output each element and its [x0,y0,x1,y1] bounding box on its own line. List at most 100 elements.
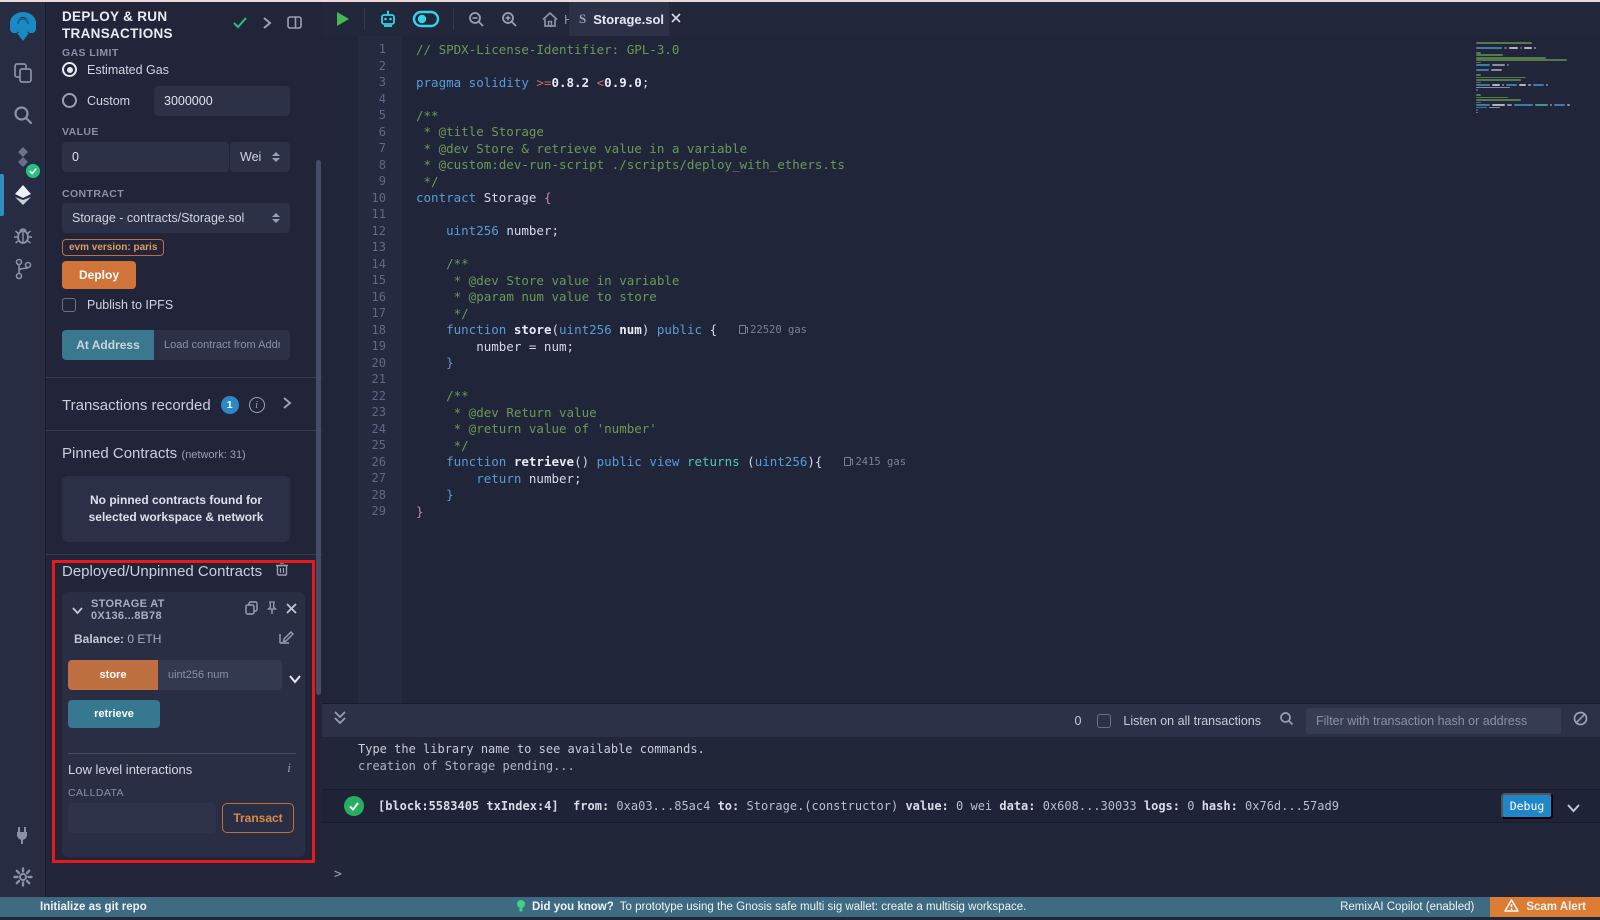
git-icon[interactable] [0,250,46,288]
code-line: 26 function retrieve() public view retur… [322,454,906,471]
panel-scrollbar[interactable] [316,160,321,695]
zoom-out-icon[interactable] [460,11,493,28]
panel-title: DEPLOY & RUN TRANSACTIONS [62,8,242,42]
deployed-contract-card: STORAGE AT 0X136...8B78 Balance: 0 ETH s… [62,592,305,857]
code-editor[interactable]: 1// SPDX-License-Identifier: GPL-3.023pr… [322,36,1600,703]
debugger-icon[interactable] [0,216,46,254]
listen-all-checkbox[interactable] [1097,714,1111,728]
at-address-button[interactable]: At Address [62,330,154,360]
remix-logo[interactable] [0,8,46,46]
no-pinned-contracts-card: No pinned contracts found for selected w… [62,476,290,542]
code-line: 8 * @custom:dev-run-script ./scripts/dep… [322,157,906,174]
code-line: 6 * @title Storage [322,124,906,141]
close-icon[interactable] [286,601,297,619]
code-lines: 1// SPDX-License-Identifier: GPL-3.023pr… [322,41,906,520]
code-line: 11 [322,206,906,223]
value-input[interactable] [62,142,229,172]
contract-label: CONTRACT [62,188,124,200]
value-unit-select[interactable]: Wei [230,142,290,172]
copy-icon[interactable] [245,601,258,620]
code-line: 10contract Storage { [322,190,906,207]
transaction-log-row[interactable]: [block:5583405 txIndex:4] from: 0xa03...… [322,789,1600,823]
custom-gas-input[interactable] [154,86,290,116]
value-label: VALUE [62,126,99,138]
code-line: 16 * @param num value to store [322,289,906,306]
store-param-input[interactable] [158,660,282,690]
calldata-input[interactable] [68,803,216,833]
ai-assistant-robot-icon[interactable] [371,10,405,28]
panel-expand-icon[interactable] [263,16,271,34]
run-script-play-icon[interactable] [328,11,358,27]
remix-ide-window: DEPLOY & RUN TRANSACTIONS GAS LIMIT Esti… [0,0,1600,920]
terminal-line: creation of Storage pending... [358,759,575,773]
tab-title: Storage.sol [593,12,664,27]
trash-icon[interactable] [276,562,288,581]
deploy-button[interactable]: Deploy [62,261,136,289]
pinned-contracts-header: Pinned Contracts (network: 31) [62,445,246,463]
transactions-count-badge: 1 [221,396,239,414]
custom-gas-radio[interactable]: Custom [62,93,130,108]
estimated-gas-radio[interactable]: Estimated Gas [62,62,169,77]
info-icon[interactable]: i [249,397,265,413]
settings-gear-icon[interactable] [0,858,46,896]
file-explorer-icon[interactable] [0,54,46,92]
plugin-manager-icon[interactable] [0,816,46,854]
terminal-line: Type the library name to see available c… [358,742,705,756]
store-function-button[interactable]: store [68,660,158,690]
chevron-down-icon[interactable] [72,601,83,619]
contract-select[interactable]: Storage - contracts/Storage.sol [62,203,290,233]
tx-success-check-icon [344,796,364,816]
chevron-right-icon[interactable] [283,396,291,414]
lightbulb-icon [516,899,526,916]
search-icon[interactable] [0,96,46,134]
did-you-know-tip: Did you know? To prototype using the Gno… [516,899,1026,916]
code-line: 21 [322,371,906,388]
pin-icon[interactable] [266,601,278,620]
tab-storage-sol[interactable]: S Storage.sol [569,2,669,36]
pin-panel-icon[interactable] [287,16,302,34]
expand-params-chevron-icon[interactable] [289,670,301,688]
collapse-terminal-icon[interactable] [334,711,346,730]
deploy-run-icon[interactable] [0,176,46,214]
listen-all-label: Listen on all transactions [1123,714,1261,728]
expand-tx-chevron-icon[interactable] [1567,797,1580,816]
editor-minimap[interactable] [1476,42,1586,114]
solidity-file-icon: S [579,11,586,27]
terminal-output[interactable]: Type the library name to see available c… [322,737,1600,897]
tx-summary-text: [block:5583405 txIndex:4] from: 0xa03...… [378,799,1339,813]
terminal-filter-input[interactable] [1306,708,1561,734]
code-line: 24 * @return value of 'number' [322,421,906,438]
gas-estimate-hint: 22520 gas [739,324,807,336]
git-init-status[interactable]: Initialize as git repo [40,901,147,913]
retrieve-function-button[interactable]: retrieve [68,700,160,728]
gas-pump-icon [739,325,746,334]
copilot-toggle-icon[interactable] [405,11,447,27]
transactions-recorded-row[interactable]: Transactions recorded 1 i [62,392,306,418]
code-line: 20 } [322,355,906,372]
info-icon[interactable]: i [281,760,297,776]
clear-console-icon[interactable] [1573,711,1588,731]
close-tab-icon[interactable] [671,10,681,28]
solidity-compiler-icon[interactable] [0,138,46,176]
copilot-status[interactable]: RemixAI Copilot (enabled) [1340,901,1474,913]
transact-button[interactable]: Transact [222,803,294,833]
code-line: 28 } [322,487,906,504]
publish-ipfs-row[interactable]: Publish to IPFS [62,298,173,312]
transactions-recorded-label: Transactions recorded [62,397,211,414]
main-area: Home S Storage.sol 1// SPDX-License-Iden… [322,2,1600,897]
calldata-label: CALLDATA [68,787,124,799]
code-line: 18 function store(uint256 num) public {2… [322,322,906,339]
debug-button[interactable]: Debug [1501,793,1553,819]
at-address-input[interactable] [154,330,290,360]
edit-icon[interactable] [279,630,293,649]
code-line: 23 * @dev Return value [322,404,906,421]
icon-rail [0,2,46,897]
evm-version-badge: evm version: paris [62,239,164,256]
terminal-prompt[interactable]: > [334,867,342,882]
zoom-in-icon[interactable] [493,11,526,28]
updown-arrows-icon [272,152,280,162]
scam-alert-button[interactable]: Scam Alert [1490,897,1600,917]
code-line: 1// SPDX-License-Identifier: GPL-3.0 [322,41,906,58]
code-line: 7 * @dev Store & retrieve value in a var… [322,140,906,157]
checkbox-icon[interactable] [62,298,76,312]
